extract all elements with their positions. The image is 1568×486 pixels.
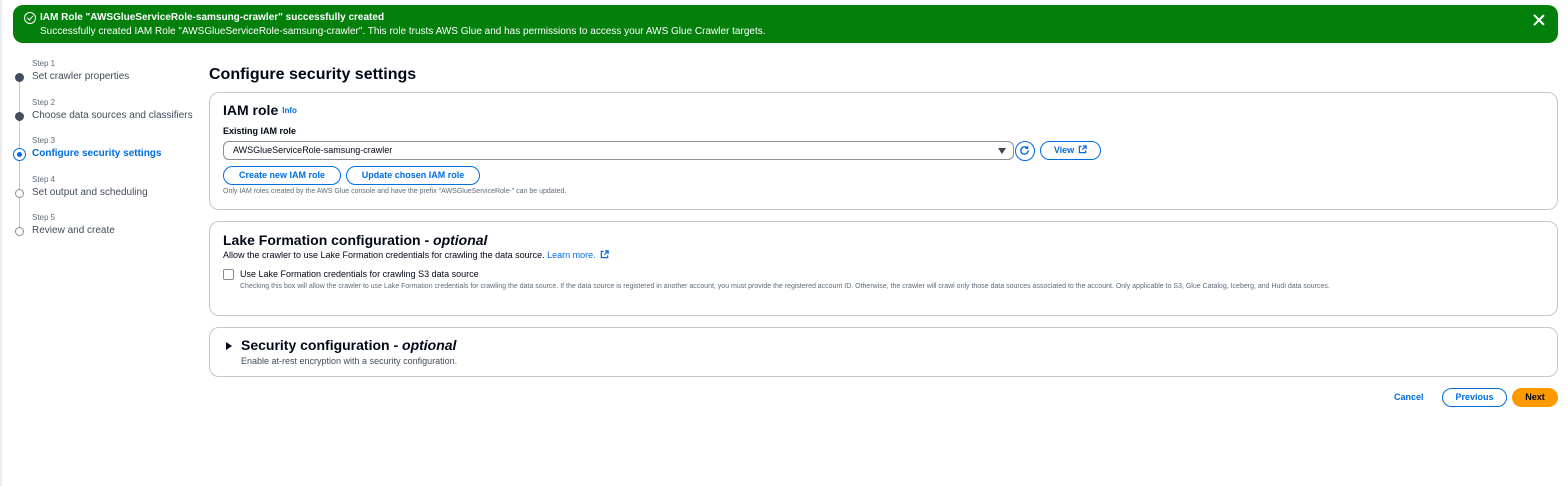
cancel-button[interactable]: Cancel — [1394, 392, 1424, 402]
security-configuration-heading[interactable]: Security configuration - optional — [241, 337, 456, 353]
security-configuration-description: Enable at-rest encryption with a securit… — [241, 356, 458, 366]
external-link-icon — [1078, 145, 1087, 154]
step-number: Step 3 — [32, 136, 56, 145]
iam-role-heading: IAM role Info — [223, 102, 297, 118]
existing-iam-role-label: Existing IAM role — [223, 126, 297, 136]
update-iam-role-button[interactable]: Update chosen IAM role — [346, 166, 480, 185]
step-5: Step 5 Review and create — [14, 210, 199, 249]
page-title: Configure security settings — [209, 66, 417, 83]
optional-label: optional — [402, 337, 457, 353]
iam-role-select[interactable]: AWSGlueServiceRole-samsung-crawler — [223, 141, 1014, 160]
next-button[interactable]: Next — [1512, 388, 1558, 407]
security-configuration-container[interactable]: Security configuration - optional Enable… — [209, 327, 1558, 377]
flash-title: IAM Role "AWSGlueServiceRole-samsung-cra… — [40, 12, 385, 23]
success-flash-banner: IAM Role "AWSGlueServiceRole-samsung-cra… — [13, 5, 1558, 43]
info-link[interactable]: Info — [282, 106, 297, 115]
caret-down-icon — [998, 148, 1006, 154]
step-1[interactable]: Step 1 Set crawler properties — [14, 56, 199, 95]
step-number: Step 2 — [32, 97, 56, 107]
caret-right-icon[interactable] — [226, 342, 232, 350]
step-number: Step 5 — [32, 213, 56, 222]
step-3: Step 3 Configure security settings — [13, 133, 199, 172]
success-check-icon — [24, 12, 36, 24]
learn-more-link[interactable]: Learn more. — [547, 250, 609, 260]
flash-message: Successfully created IAM Role "AWSGlueSe… — [40, 26, 766, 37]
step-4: Step 4 Set output and scheduling — [14, 172, 199, 211]
step-current-icon — [13, 148, 26, 161]
iam-role-heading-text: IAM role — [223, 102, 279, 118]
step-label: Configure security settings — [32, 148, 162, 159]
external-link-icon — [600, 250, 609, 259]
step-pending-icon — [15, 227, 24, 236]
iam-role-selected-value: AWSGlueServiceRole-samsung-crawler — [233, 145, 393, 155]
view-button[interactable]: View — [1040, 141, 1101, 160]
previous-button[interactable]: Previous — [1442, 388, 1507, 407]
optional-label: optional — [433, 232, 488, 248]
iam-role-container: IAM role Info Existing IAM role AWSGlueSe… — [209, 92, 1558, 210]
step-number: Step 4 — [32, 174, 56, 184]
close-icon[interactable] — [1532, 13, 1546, 27]
view-button-label: View — [1053, 145, 1075, 155]
refresh-button[interactable] — [1015, 141, 1035, 161]
create-new-iam-role-button[interactable]: Create new IAM role — [223, 166, 341, 185]
step-completed-icon — [15, 73, 24, 82]
lake-formation-heading-text: Lake Formation configuration - — [223, 232, 434, 248]
step-label: Set output and scheduling — [32, 186, 148, 198]
step-2[interactable]: Step 2 Choose data sources and classifie… — [14, 95, 199, 134]
lake-formation-checkbox[interactable] — [223, 269, 234, 280]
step-label: Review and create — [32, 225, 115, 236]
step-label: Set crawler properties — [32, 71, 130, 82]
refresh-icon — [1020, 146, 1029, 155]
step-pending-icon — [15, 188, 24, 198]
lake-formation-checkbox-label[interactable]: Use Lake Formation credentials for crawl… — [240, 269, 479, 279]
wizard-steps-nav: Step 1 Set crawler properties Step 2 Cho… — [13, 56, 199, 249]
step-label: Choose data sources and classifiers — [32, 109, 193, 121]
lake-formation-heading: Lake Formation configuration - optional — [223, 232, 487, 248]
step-number: Step 1 — [32, 59, 56, 68]
iam-role-hint: Only IAM roles created by the AWS Glue c… — [223, 188, 567, 195]
security-config-heading-text: Security configuration - — [241, 337, 403, 353]
lake-formation-desc-text: Allow the crawler to use Lake Formation … — [223, 250, 548, 260]
lake-formation-container: Lake Formation configuration - optional … — [209, 221, 1558, 316]
lake-formation-checkbox-description: Checking this box will allow the crawler… — [240, 283, 1330, 290]
step-completed-icon — [15, 111, 24, 121]
lake-formation-description: Allow the crawler to use Lake Formation … — [223, 250, 609, 260]
